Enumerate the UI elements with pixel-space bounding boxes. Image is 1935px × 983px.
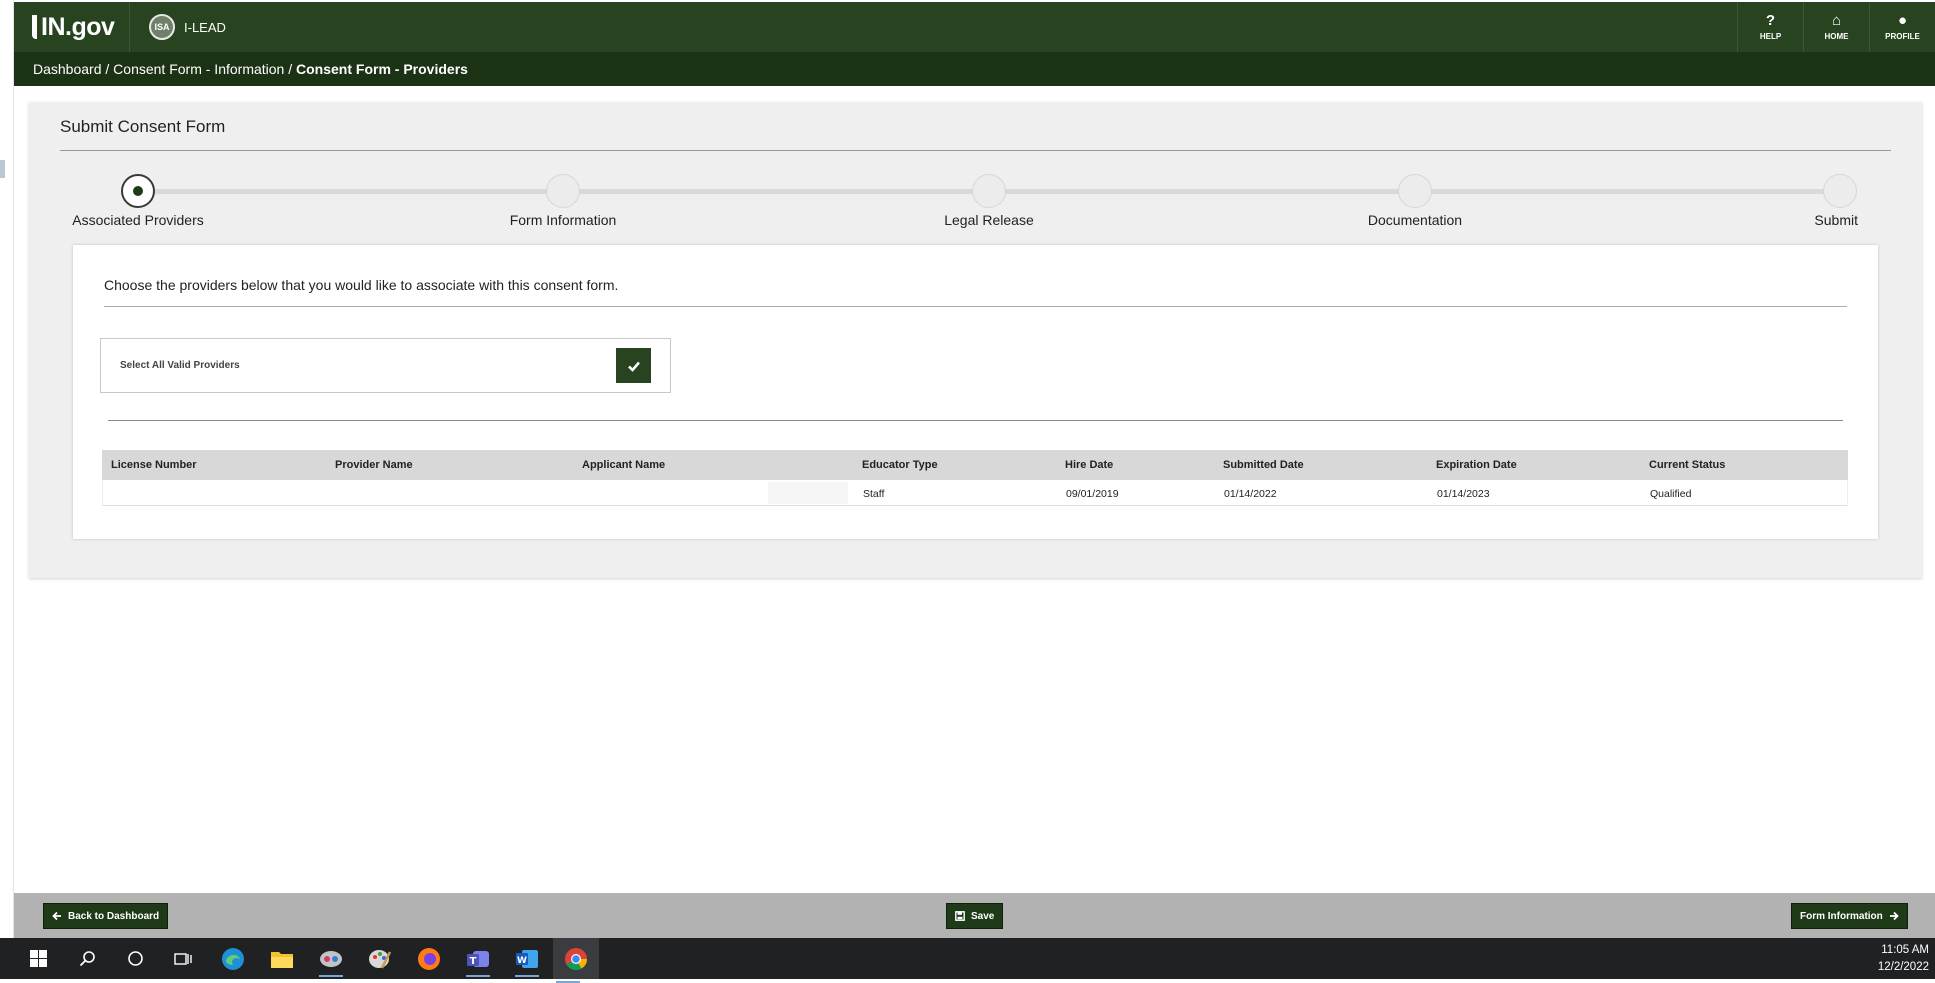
user-icon: ● <box>1897 12 1908 29</box>
breadcrumb-dashboard[interactable]: Dashboard <box>33 61 102 77</box>
cell-shade <box>768 482 848 504</box>
step-label: Submit <box>1814 212 1858 228</box>
app-brand[interactable]: ISA I-LEAD <box>149 2 226 52</box>
breadcrumb-consent-information[interactable]: Consent Form - Information <box>113 61 284 77</box>
back-button-label: Back to Dashboard <box>68 910 160 922</box>
action-footer: Back to Dashboard Save Form Information <box>14 893 1935 938</box>
save-button[interactable]: Save <box>946 903 1004 929</box>
file-explorer-icon[interactable] <box>267 944 297 973</box>
table-row[interactable]: Staff 09/01/2019 01/14/2022 01/14/2023 Q… <box>102 480 1848 506</box>
breadcrumb-separator: / <box>284 61 297 77</box>
window-edge-marker <box>0 160 5 178</box>
instructions-text: Choose the providers below that you woul… <box>104 277 619 293</box>
left-window-strip <box>0 0 14 938</box>
cortana-icon[interactable] <box>120 944 150 973</box>
arrow-right-icon <box>1889 911 1899 921</box>
app-name: I-LEAD <box>184 19 226 35</box>
column-applicant-name[interactable]: Applicant Name <box>582 450 665 480</box>
browser-page: IN.gov ISA I-LEAD ? HELP ⌂ HOME ● PROFIL… <box>14 0 1935 938</box>
nav-help[interactable]: ? HELP <box>1737 2 1803 52</box>
section-divider <box>108 420 1843 421</box>
nav-profile[interactable]: ● PROFILE <box>1869 2 1935 52</box>
cell-educator-type: Staff <box>863 488 885 500</box>
nav-home-label: HOME <box>1824 32 1849 41</box>
column-hire-date[interactable]: Hire Date <box>1065 450 1113 480</box>
select-all-providers-box: Select All Valid Providers <box>100 338 671 393</box>
paint-icon[interactable] <box>365 944 395 973</box>
providers-card: Choose the providers below that you woul… <box>73 245 1878 539</box>
clock-time: 11:05 AM <box>1881 944 1929 956</box>
step-label: Legal Release <box>944 212 1034 228</box>
search-icon[interactable] <box>72 944 102 973</box>
logo-text: IN.gov <box>41 12 115 41</box>
firefox-icon[interactable] <box>414 944 444 973</box>
cell-hire-date: 09/01/2019 <box>1066 488 1119 500</box>
page-title: Submit Consent Form <box>60 117 226 136</box>
clock-date: 12/2/2022 <box>1877 961 1929 973</box>
step-legal-release[interactable]: Legal Release <box>909 174 1069 228</box>
form-information-next-button[interactable]: Form Information <box>1791 903 1908 929</box>
column-provider-name[interactable]: Provider Name <box>335 450 413 480</box>
step-associated-providers[interactable]: Associated Providers <box>58 174 218 228</box>
title-divider <box>60 150 1891 151</box>
column-expiration-date[interactable]: Expiration Date <box>1436 450 1517 480</box>
checkmark-icon <box>627 361 640 372</box>
windows-start-icon[interactable] <box>23 944 53 973</box>
breadcrumb-current: Consent Form - Providers <box>296 61 468 77</box>
home-icon: ⌂ <box>1831 12 1842 29</box>
providers-table: License Number Provider Name Applicant N… <box>102 450 1848 506</box>
teams-icon[interactable]: T <box>463 944 493 977</box>
state-seal-icon: ISA <box>149 14 175 40</box>
step-submit[interactable]: Submit <box>1760 174 1920 228</box>
save-disk-icon <box>955 911 965 921</box>
top-header: IN.gov ISA I-LEAD ? HELP ⌂ HOME ● PROFIL… <box>14 2 1935 52</box>
help-circle-icon: ? <box>1765 12 1776 29</box>
step-form-information[interactable]: Form Information <box>483 174 643 228</box>
nav-profile-label: PROFILE <box>1885 32 1920 41</box>
step-label: Associated Providers <box>72 212 204 228</box>
breadcrumb: Dashboard / Consent Form - Information /… <box>14 52 1935 86</box>
save-button-label: Save <box>971 910 995 922</box>
snipping-tool-icon[interactable] <box>316 944 346 977</box>
step-dot <box>1823 174 1857 208</box>
arrow-left-icon <box>52 911 61 921</box>
back-to-dashboard-button[interactable]: Back to Dashboard <box>43 903 169 929</box>
nav-help-label: HELP <box>1759 32 1782 41</box>
cell-expiration-date: 01/14/2023 <box>1437 488 1490 500</box>
column-current-status[interactable]: Current Status <box>1649 450 1725 480</box>
edge-browser-icon[interactable] <box>218 944 248 973</box>
task-view-icon[interactable] <box>168 944 198 973</box>
nav-home[interactable]: ⌂ HOME <box>1803 2 1869 52</box>
cell-current-status: Qualified <box>1650 488 1692 500</box>
instructions-divider <box>104 306 1847 307</box>
consent-form-panel: Submit Consent Form Associated Providers… <box>29 102 1922 578</box>
next-button-label: Form Information <box>1800 910 1883 922</box>
breadcrumb-separator: / <box>101 61 114 77</box>
progress-stepper: Associated Providers Form Information Le… <box>29 174 1922 228</box>
step-dot <box>1398 174 1432 208</box>
windows-taskbar: T W 11:05 AM 12/2/2022 <box>0 938 1935 983</box>
table-header: License Number Provider Name Applicant N… <box>102 450 1848 480</box>
column-submitted-date[interactable]: Submitted Date <box>1223 450 1304 480</box>
column-license-number[interactable]: License Number <box>111 450 197 480</box>
top-nav: ? HELP ⌂ HOME ● PROFILE <box>1737 2 1935 52</box>
svg-text:T: T <box>470 956 477 967</box>
select-all-checkbox[interactable] <box>616 348 651 383</box>
system-clock[interactable]: 11:05 AM 12/2/2022 <box>1878 942 1929 976</box>
cell-submitted-date: 01/14/2022 <box>1224 488 1277 500</box>
step-label: Form Information <box>509 212 617 228</box>
word-icon[interactable]: W <box>512 944 542 977</box>
in-gov-logo[interactable]: IN.gov <box>14 2 130 52</box>
step-label: Documentation <box>1367 212 1463 228</box>
step-dot-active <box>121 174 155 208</box>
step-dot <box>972 174 1006 208</box>
chrome-icon[interactable] <box>553 938 599 983</box>
step-dot <box>546 174 580 208</box>
svg-text:W: W <box>517 956 527 966</box>
column-educator-type[interactable]: Educator Type <box>862 450 938 480</box>
select-all-label: Select All Valid Providers <box>120 360 240 371</box>
step-documentation[interactable]: Documentation <box>1335 174 1495 228</box>
logo-mark-icon <box>32 15 37 39</box>
